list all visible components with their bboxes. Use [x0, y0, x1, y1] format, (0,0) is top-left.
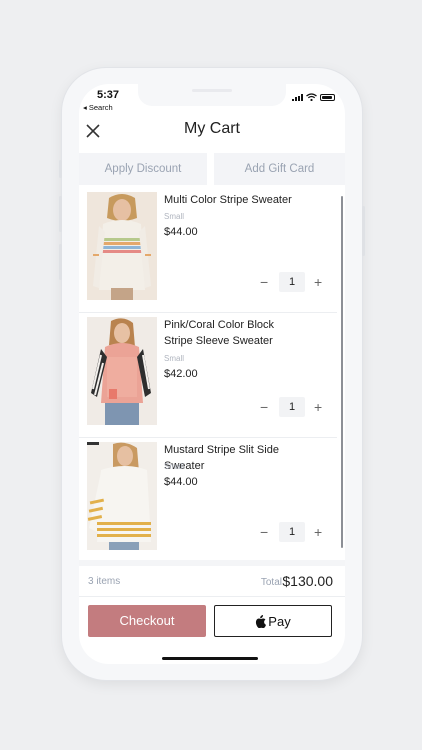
apple-pay-button[interactable]: Pay	[214, 605, 332, 637]
signal-icon	[292, 94, 303, 101]
cart-summary: 3 items Total $130.00	[79, 566, 345, 597]
item-size: Small	[164, 354, 185, 363]
back-to-search-link[interactable]: ◂ Search	[83, 103, 113, 112]
apple-logo-icon	[256, 614, 267, 628]
quantity-value[interactable]: 1	[279, 397, 305, 417]
header: My Cart	[79, 114, 345, 148]
item-size: Small	[164, 462, 185, 471]
item-price: $42.00	[164, 368, 198, 380]
action-row: Apply Discount Add Gift Card	[79, 153, 345, 185]
cart-item: Multi Color Stripe Sweater Small $44.00 …	[79, 188, 337, 313]
apple-pay-label: Pay	[268, 613, 291, 629]
cart-items-list: Multi Color Stripe Sweater Small $44.00 …	[79, 188, 345, 563]
increase-quantity-button[interactable]: +	[314, 275, 322, 289]
quantity-value[interactable]: 1	[279, 522, 305, 542]
increase-quantity-button[interactable]: +	[314, 400, 322, 414]
total-label: Total	[260, 577, 282, 588]
item-name[interactable]: Mustard Stripe Slit Side Sweater	[164, 443, 299, 474]
status-time: 5:37	[97, 89, 120, 101]
decrease-quantity-button[interactable]: −	[260, 275, 268, 289]
wifi-icon	[306, 93, 317, 101]
side-button	[59, 160, 62, 178]
home-indicator	[162, 657, 258, 660]
screen: 5:37 ◂ Search My Cart Apply Discount Add…	[79, 84, 345, 664]
checkout-button[interactable]: Checkout	[88, 605, 206, 637]
notch	[138, 84, 286, 106]
item-price: $44.00	[164, 476, 198, 488]
item-price: $44.00	[164, 226, 198, 238]
product-image[interactable]	[87, 442, 157, 550]
product-image[interactable]	[87, 192, 157, 300]
cart-item: Pink/Coral Color Block Stripe Sleeve Swe…	[79, 313, 337, 438]
product-image[interactable]	[87, 317, 157, 425]
item-name[interactable]: Multi Color Stripe Sweater	[164, 193, 299, 209]
item-name[interactable]: Pink/Coral Color Block Stripe Sleeve Swe…	[164, 318, 299, 349]
status-icons	[292, 93, 335, 101]
page-title: My Cart	[184, 120, 240, 137]
cart-item: Mustard Stripe Slit Side Sweater Small $…	[79, 438, 337, 563]
increase-quantity-button[interactable]: +	[314, 525, 322, 539]
decrease-quantity-button[interactable]: −	[260, 400, 268, 414]
volume-down-button	[59, 244, 62, 280]
item-count: 3 items	[88, 576, 121, 587]
add-gift-card-button[interactable]: Add Gift Card	[214, 153, 345, 185]
power-button	[362, 206, 365, 256]
scrollbar[interactable]	[341, 196, 343, 548]
decrease-quantity-button[interactable]: −	[260, 525, 268, 539]
total-value: $130.00	[282, 573, 333, 589]
quantity-value[interactable]: 1	[279, 272, 305, 292]
battery-icon	[320, 94, 335, 101]
volume-up-button	[59, 196, 62, 232]
item-size: Small	[164, 212, 185, 221]
apply-discount-button[interactable]: Apply Discount	[79, 153, 207, 185]
